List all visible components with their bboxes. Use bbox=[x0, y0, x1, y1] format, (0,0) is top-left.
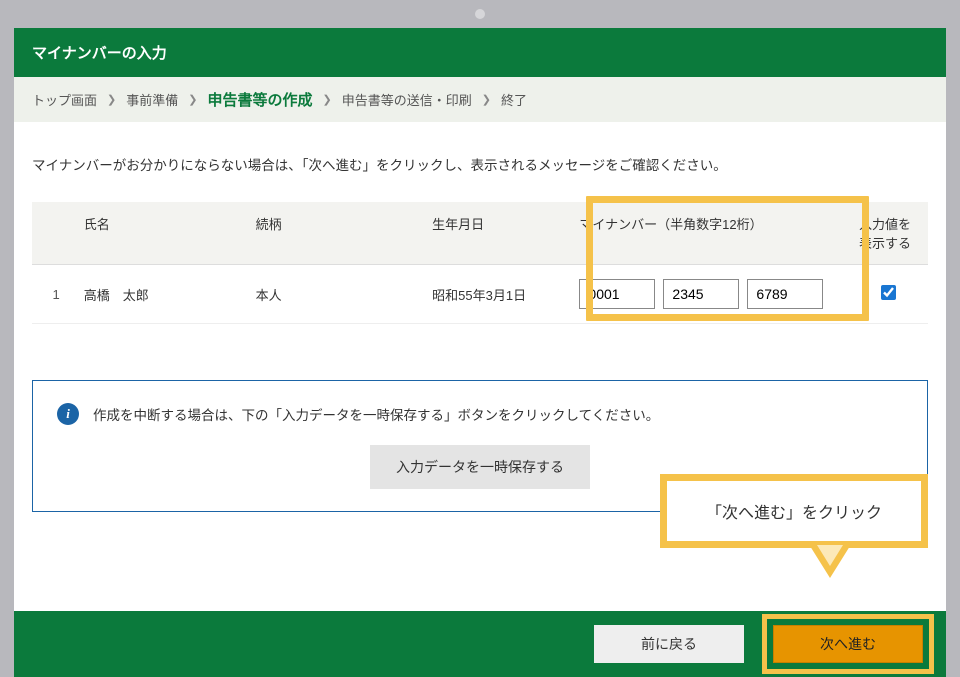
row-number: 1 bbox=[32, 265, 74, 324]
info-icon: i bbox=[57, 403, 79, 425]
mynumber-input-1[interactable] bbox=[579, 279, 655, 309]
callout-arrow-icon bbox=[810, 546, 850, 578]
window-notch bbox=[475, 9, 485, 19]
table-row: 1 高橋 太郎 本人 昭和55年3月1日 bbox=[32, 265, 928, 324]
main-content: マイナンバーがお分かりにならない場合は、「次へ進む」をクリックし、表示されるメッ… bbox=[14, 122, 946, 611]
row-showvalue bbox=[849, 265, 928, 324]
info-text: 作成を中断する場合は、下の「入力データを一時保存する」ボタンをクリックしてくださ… bbox=[93, 404, 659, 424]
next-button[interactable]: 次へ進む bbox=[773, 625, 923, 663]
chevron-right-icon: ❯ bbox=[107, 93, 116, 106]
page-title: マイナンバーの入力 bbox=[14, 28, 946, 77]
breadcrumb-item[interactable]: 申告書等の送信・印刷 bbox=[342, 90, 472, 109]
col-dob: 生年月日 bbox=[422, 202, 569, 265]
show-value-checkbox[interactable] bbox=[881, 285, 896, 300]
col-relation: 続柄 bbox=[246, 202, 423, 265]
chevron-right-icon: ❯ bbox=[322, 93, 331, 106]
col-showvalue: 入力値を表示する bbox=[849, 202, 928, 265]
back-button[interactable]: 前に戻る bbox=[594, 625, 744, 663]
mynumber-input-2[interactable] bbox=[663, 279, 739, 309]
col-mynumber: マイナンバー（半角数字12桁） bbox=[569, 202, 849, 265]
breadcrumb-item[interactable]: トップ画面 bbox=[32, 90, 97, 109]
chevron-right-icon: ❯ bbox=[482, 93, 491, 106]
mynumber-table: 氏名 続柄 生年月日 マイナンバー（半角数字12桁） 入力値を表示する 1 高橋… bbox=[32, 202, 928, 324]
chevron-right-icon: ❯ bbox=[188, 93, 197, 106]
callout-text: 「次へ進む」をクリック bbox=[706, 505, 882, 522]
app-window: マイナンバーの入力 トップ画面 ❯ 事前準備 ❯ 申告書等の作成 ❯ 申告書等の… bbox=[14, 28, 946, 677]
instructions-text: マイナンバーがお分かりにならない場合は、「次へ進む」をクリックし、表示されるメッ… bbox=[32, 154, 928, 174]
row-mynumber bbox=[569, 265, 849, 324]
col-name: 氏名 bbox=[74, 202, 246, 265]
breadcrumb-item[interactable]: 事前準備 bbox=[126, 90, 178, 109]
mynumber-input-3[interactable] bbox=[747, 279, 823, 309]
page-title-text: マイナンバーの入力 bbox=[32, 45, 167, 62]
col-number bbox=[32, 202, 74, 265]
row-dob: 昭和55年3月1日 bbox=[422, 265, 569, 324]
mynumber-table-wrap: 氏名 続柄 生年月日 マイナンバー（半角数字12桁） 入力値を表示する 1 高橋… bbox=[32, 202, 928, 324]
breadcrumb-item[interactable]: 終了 bbox=[501, 90, 527, 109]
row-name: 高橋 太郎 bbox=[74, 265, 246, 324]
footer-bar: 前に戻る 次へ進む bbox=[14, 611, 946, 677]
row-relation: 本人 bbox=[246, 265, 423, 324]
highlight-next-button: 次へ進む bbox=[762, 614, 934, 674]
callout-tooltip: 「次へ進む」をクリック bbox=[660, 474, 928, 578]
save-draft-button[interactable]: 入力データを一時保存する bbox=[370, 445, 590, 489]
breadcrumb: トップ画面 ❯ 事前準備 ❯ 申告書等の作成 ❯ 申告書等の送信・印刷 ❯ 終了 bbox=[14, 77, 946, 122]
breadcrumb-current: 申告書等の作成 bbox=[207, 89, 312, 110]
